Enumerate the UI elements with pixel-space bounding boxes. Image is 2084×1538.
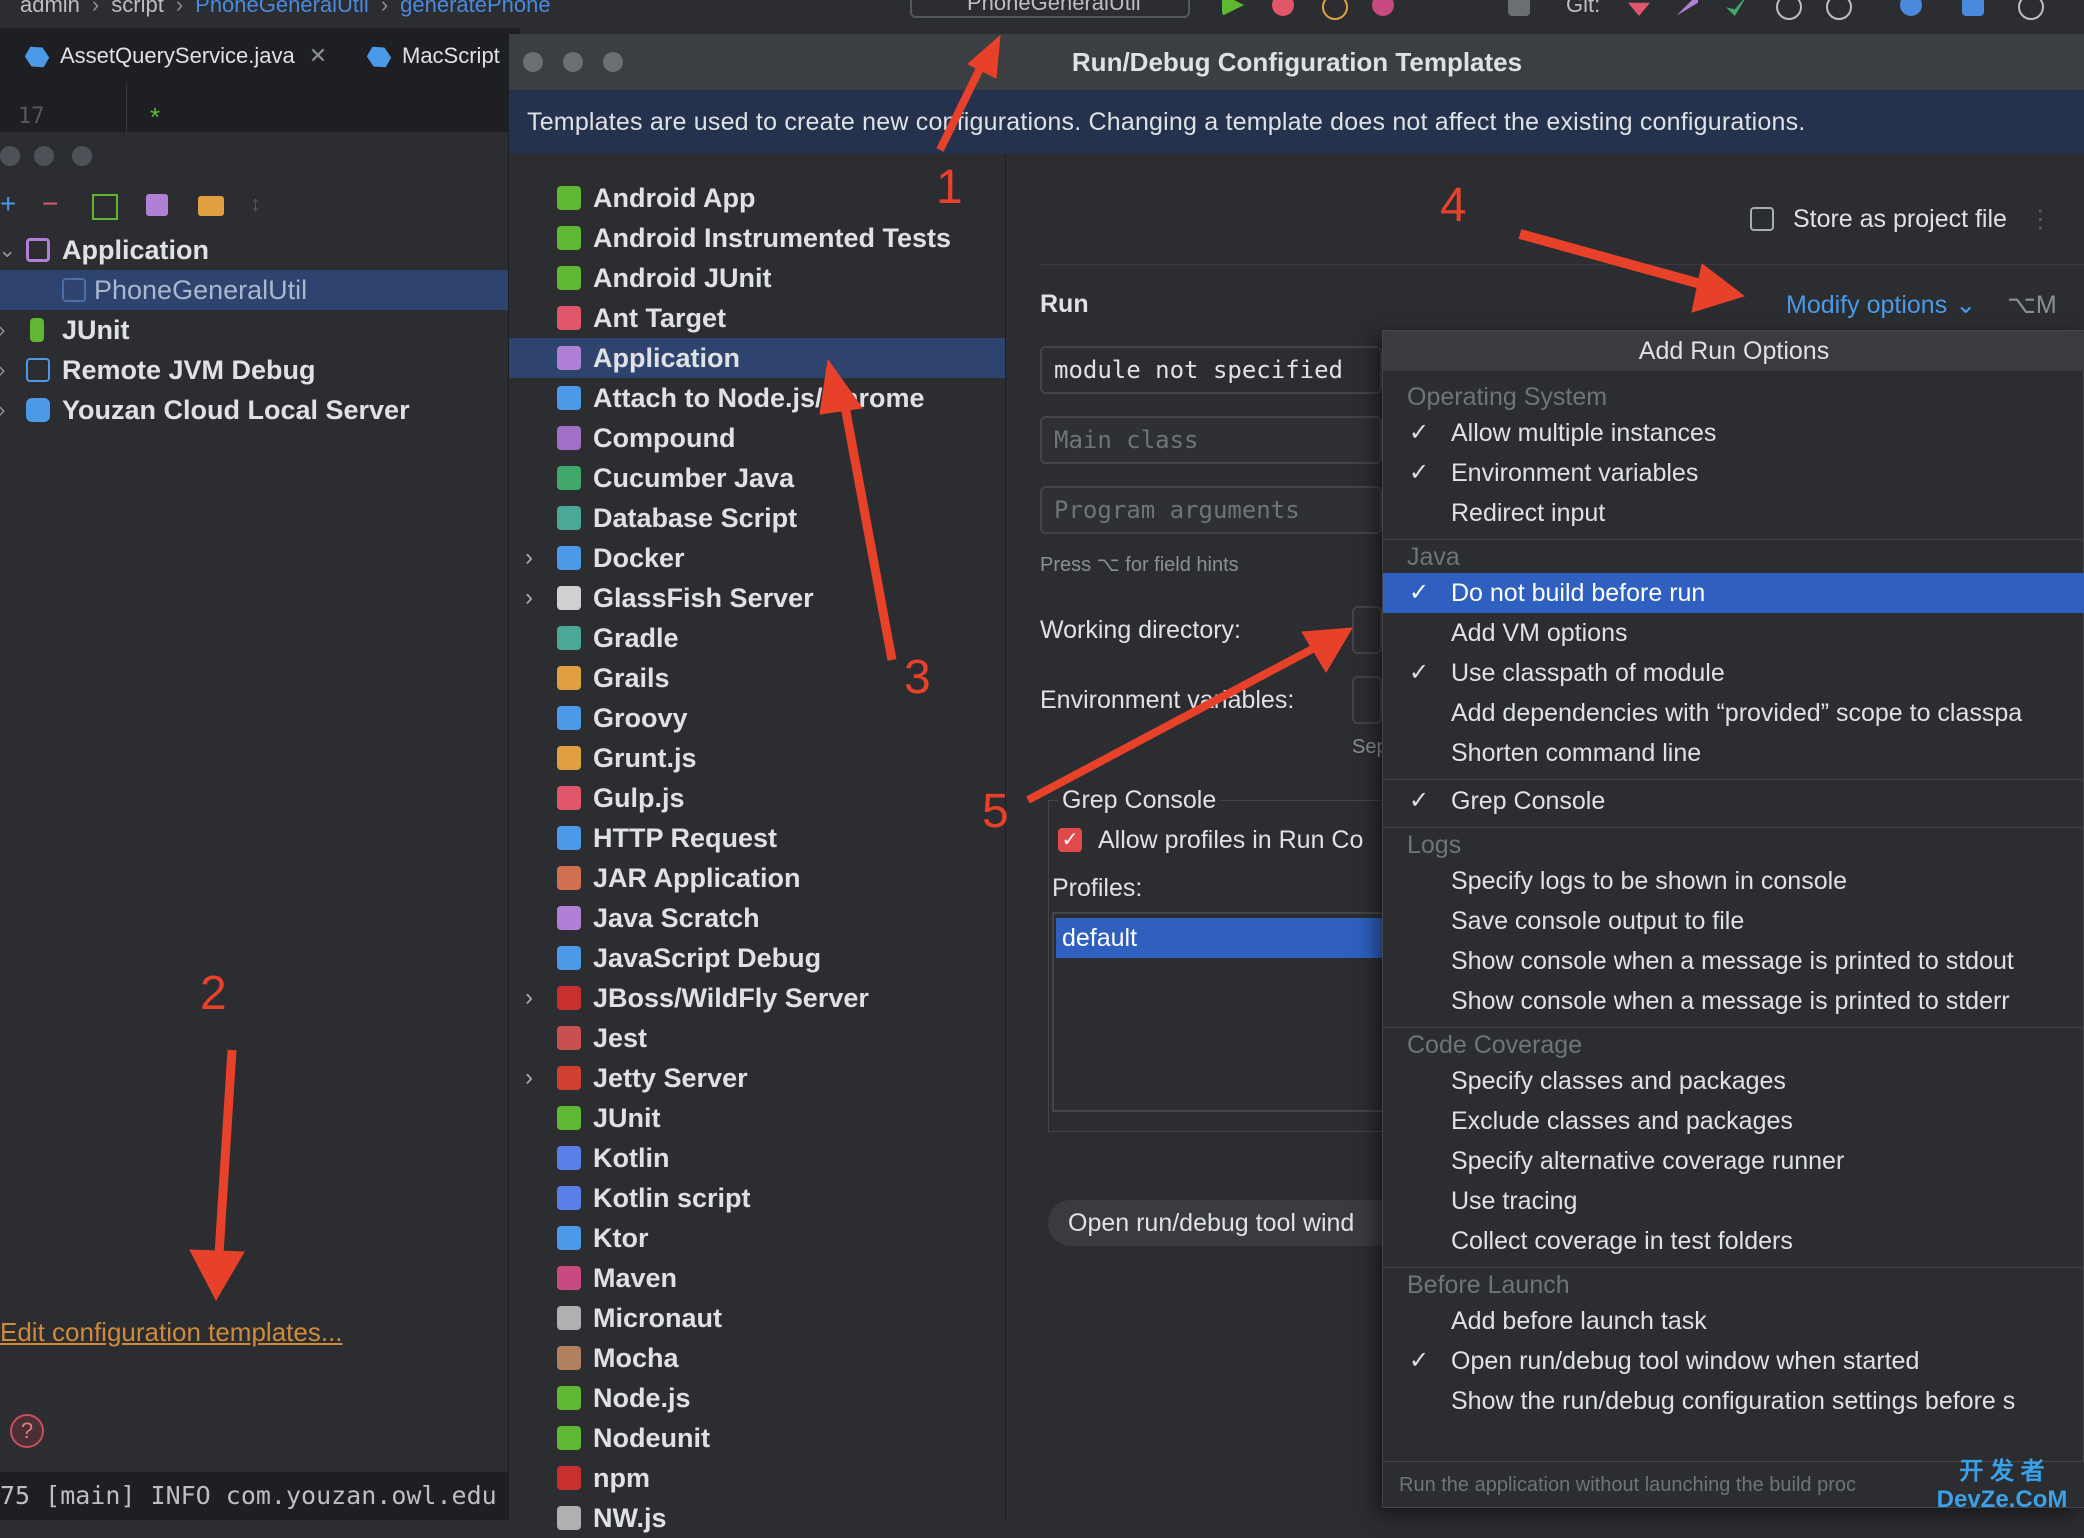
annotation-arrow (1518, 229, 1710, 291)
annotation-number: 3 (904, 651, 931, 704)
annotation-number: 4 (1440, 179, 1467, 232)
watermark-line: DevZe.CoM (1936, 1486, 2068, 1513)
annotation-layer (189, 34, 1746, 1302)
annotation-arrow (1026, 642, 1320, 804)
annotation-arrowhead (967, 34, 1001, 79)
annotation-number: 2 (200, 967, 227, 1020)
watermark-logo: 开 发 者 DevZe.CoM (1926, 1458, 2078, 1516)
annotation-arrow (213, 1049, 237, 1271)
annotation-arrowhead (819, 358, 863, 415)
watermark-line: 开 发 者 (1959, 1458, 2045, 1485)
annotation-number: 1 (936, 161, 963, 214)
annotation-arrow (837, 389, 897, 661)
annotation-arrowhead (189, 1249, 245, 1302)
annotation-arrowhead (1691, 263, 1746, 313)
annotation-number: 5 (982, 785, 1009, 838)
